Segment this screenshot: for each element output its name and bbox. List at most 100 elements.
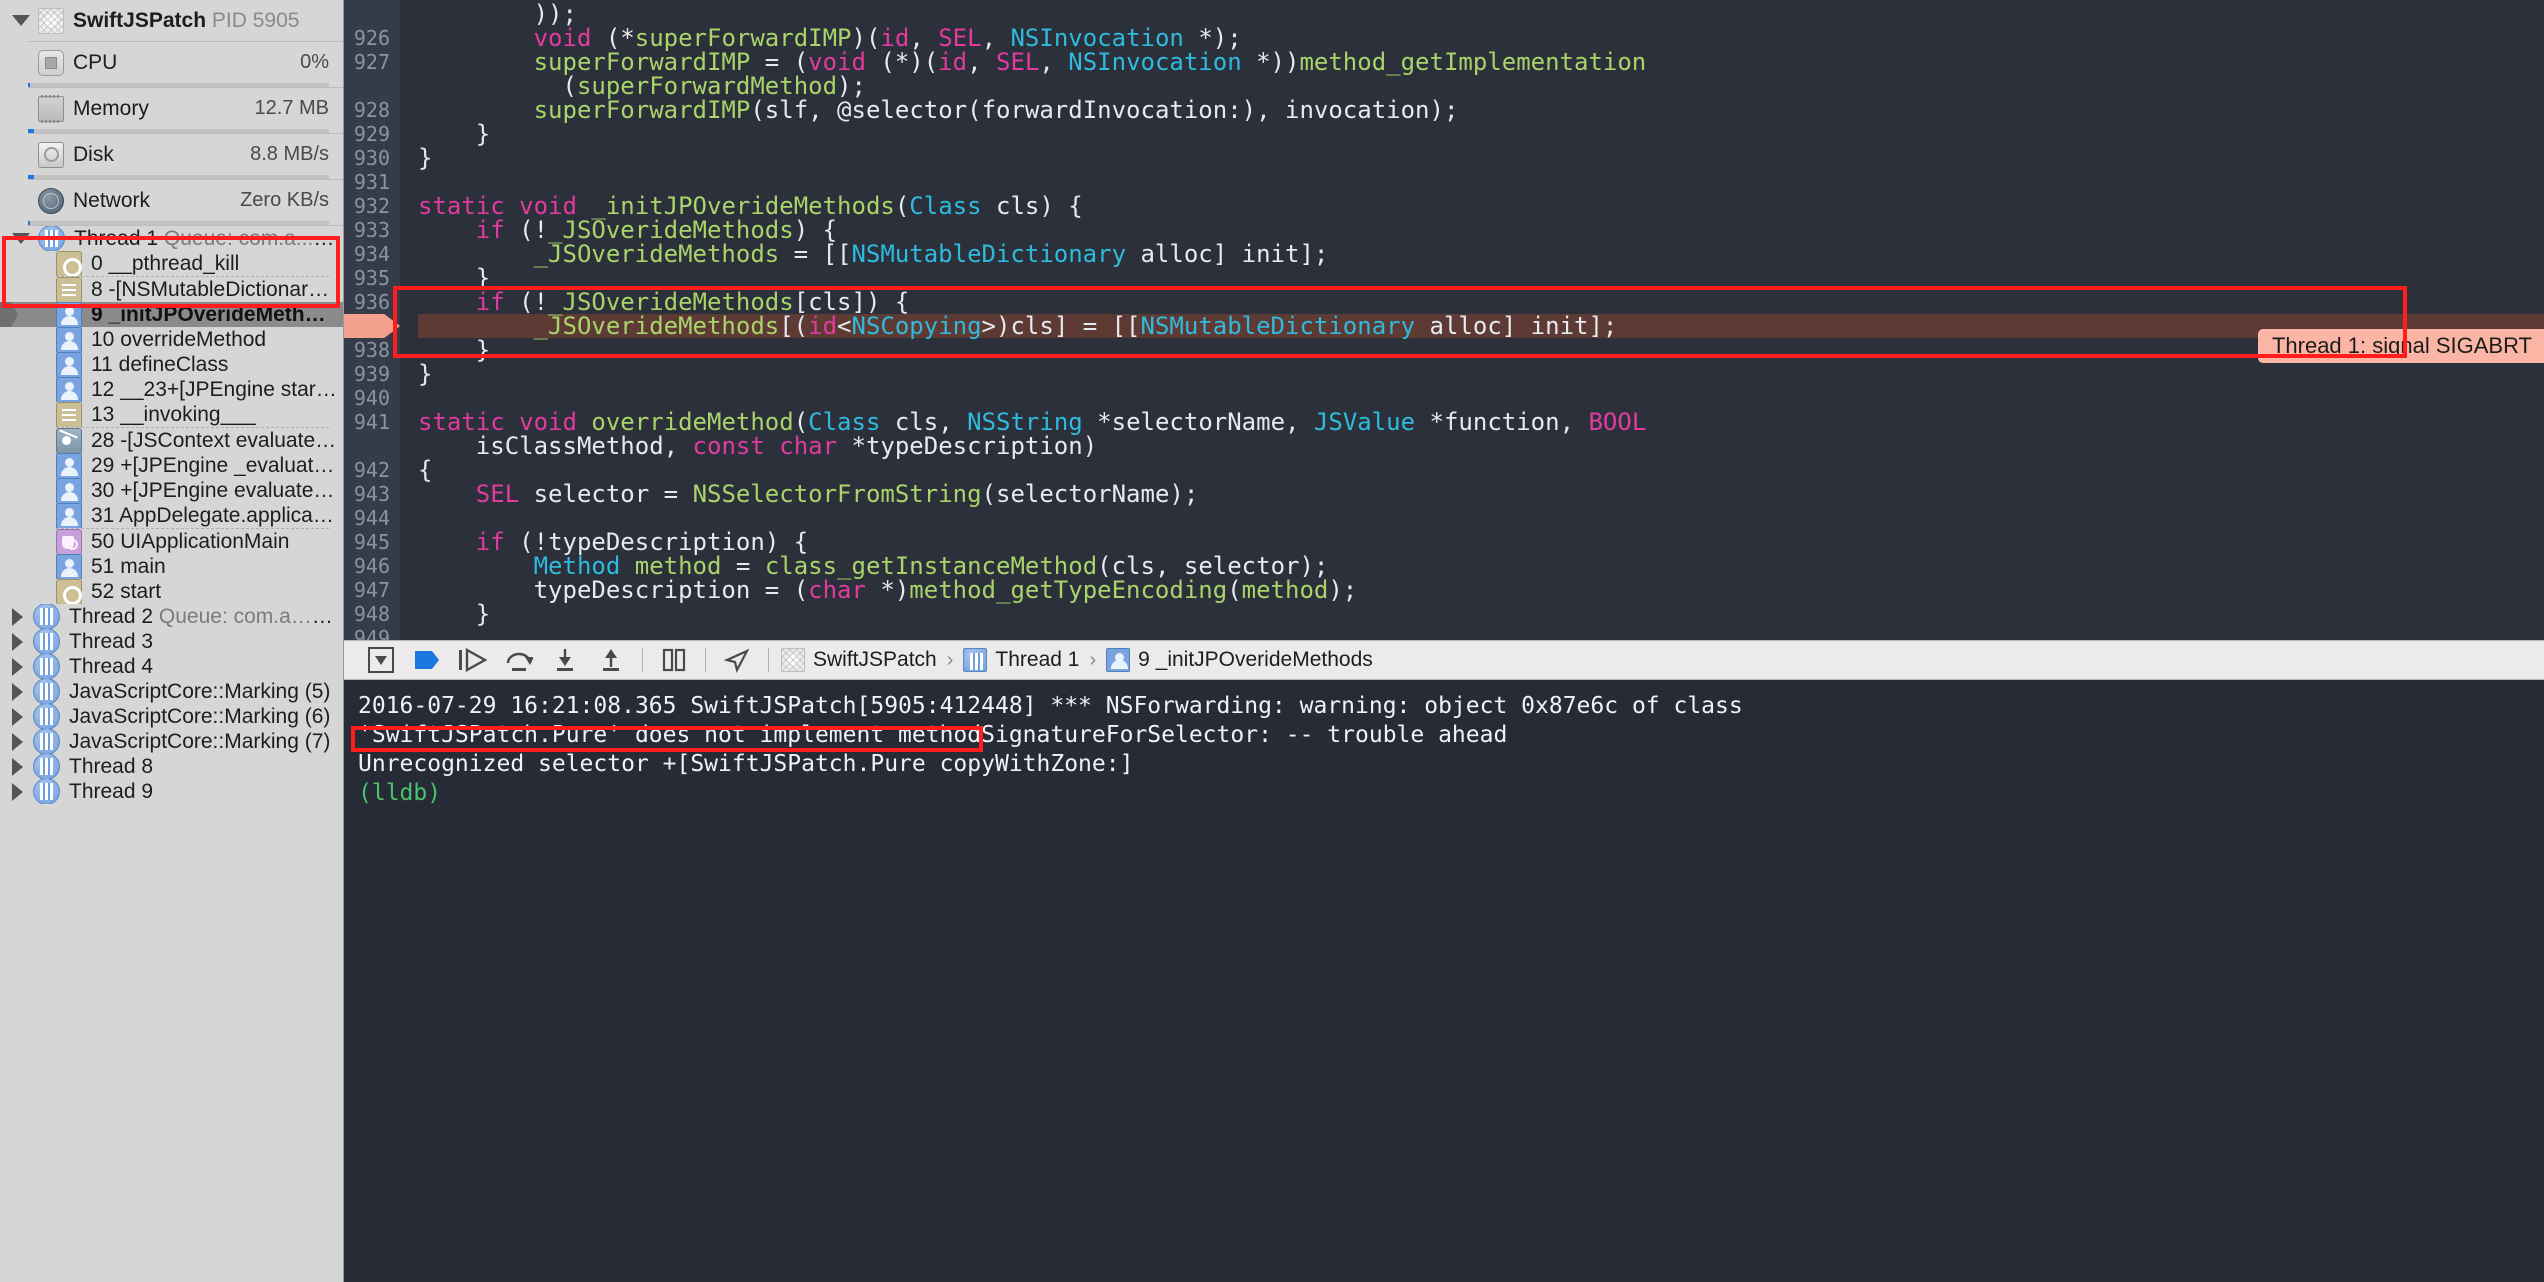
console-line: 'SwiftJSPatch.Pure' does not implement m… — [358, 721, 2530, 750]
stack-frame-label: 8 -[NSMutableDictionary setObject:f… — [91, 278, 337, 302]
code-line: superForwardIMP = (void (*)(id, SEL, NSI… — [418, 50, 2544, 74]
thread-icon — [963, 648, 987, 672]
stack-frame-30[interactable]: 30 +[JPEngine evaluateScript:] — [0, 478, 343, 503]
sidebar-thread-1[interactable]: Thread 1 Queue: com.a...n-thread (serial… — [0, 226, 343, 251]
sigabrt-tooltip: Thread 1: signal SIGABRT — [2258, 329, 2544, 363]
gauge-label: Network — [73, 189, 240, 213]
thread-icon — [33, 654, 60, 679]
chevron-right-icon[interactable] — [12, 633, 23, 651]
gauge-row-disk[interactable]: Disk8.8 MB/s — [0, 134, 343, 175]
gutter-line: 941 — [344, 410, 390, 434]
code-line: isClassMethod, const char *typeDescripti… — [418, 434, 2544, 458]
chevron-right-icon[interactable] — [12, 658, 23, 676]
thread-icon — [33, 604, 60, 629]
sidebar-thread-5[interactable]: JavaScriptCore::Marking (5) — [0, 679, 343, 704]
disk-icon — [38, 142, 64, 168]
breadcrumb-item-2[interactable]: Thread 1 — [959, 648, 1083, 672]
continue-button[interactable] — [450, 640, 496, 680]
debug-navigator-sidebar[interactable]: SwiftJSPatch PID 5905 CPU0% Memory12.7 MB D… — [0, 0, 344, 1282]
chevron-right-icon[interactable] — [12, 683, 23, 701]
gutter-line — [344, 74, 390, 98]
sidebar-thread-6[interactable]: JavaScriptCore::Marking (6) — [0, 704, 343, 729]
gutter-line: 936 — [344, 290, 390, 314]
network-icon — [38, 188, 64, 214]
stack-frame-31[interactable]: 31 AppDelegate.application(UIApplic… — [0, 503, 343, 528]
gutter-line — [344, 434, 390, 458]
step-out-button[interactable] — [588, 640, 634, 680]
gutter-line: 946 — [344, 554, 390, 578]
console-area[interactable]: 2016-07-29 16:21:08.365 SwiftJSPatch[590… — [344, 680, 2544, 1282]
chevron-right-icon[interactable] — [12, 708, 23, 726]
gutter-line: 927 — [344, 50, 390, 74]
chevron-down-icon[interactable] — [12, 233, 30, 244]
source-editor[interactable]: 9269279289299309319329339349359369379389… — [344, 0, 2544, 640]
app-pid: PID 5905 — [206, 9, 299, 32]
gauge-row-network[interactable]: NetworkZero KB/s — [0, 180, 343, 221]
code-line — [418, 170, 2544, 194]
stack-frame-12[interactable]: 12 __23+[JPEngine startEngine]_bloc… — [0, 377, 343, 402]
deactivate-breakpoints-button[interactable] — [404, 640, 450, 680]
code-line: if (!typeDescription) { — [418, 530, 2544, 554]
sidebar-thread-3[interactable]: Thread 3 — [0, 629, 343, 654]
breakpoint-arrow-icon — [344, 314, 400, 338]
thread-queue: Queue: com.a...n-thread (serial) — [158, 227, 337, 250]
user-icon — [56, 554, 82, 579]
app-process-row[interactable]: SwiftJSPatch PID 5905 — [0, 0, 343, 41]
stack-frame-0[interactable]: 0 __pthread_kill — [0, 251, 343, 276]
step-into-button[interactable] — [542, 640, 588, 680]
sidebar-thread-2[interactable]: Thread 2 Queue: com.a…manager (serial) — [0, 604, 343, 629]
hide-debug-area-button[interactable] — [358, 640, 404, 680]
chevron-right-icon[interactable] — [12, 783, 23, 801]
gauge-row-memory[interactable]: Memory12.7 MB — [0, 88, 343, 129]
stack-frame-28[interactable]: 28 -[JSContext evaluateScript:withS… — [0, 428, 343, 453]
sidebar-thread-8[interactable]: Thread 8 — [0, 754, 343, 779]
stack-frame-50[interactable]: 50 UIApplicationMain — [0, 529, 343, 554]
code-line: } — [418, 602, 2544, 626]
debug-view-hierarchy-button[interactable] — [651, 640, 697, 680]
gutter-line: 935 — [344, 266, 390, 290]
gutter-line: 930 — [344, 146, 390, 170]
user-icon — [56, 327, 82, 352]
gutter-line — [344, 2, 390, 26]
simulate-location-button[interactable] — [714, 640, 760, 680]
chevron-right-icon[interactable] — [12, 758, 23, 776]
cpu-icon — [38, 50, 64, 76]
code-line — [418, 506, 2544, 530]
app-icon — [781, 648, 805, 672]
thread-label: JavaScriptCore::Marking (5) — [69, 680, 330, 704]
thread-icon — [33, 754, 60, 779]
stack-frame-11[interactable]: 11 defineClass — [0, 352, 343, 377]
gutter-line: 926 — [344, 26, 390, 50]
breadcrumb-item-3[interactable]: 9 _initJPOverideMethods — [1102, 648, 1377, 672]
stack-frame-10[interactable]: 10 overrideMethod — [0, 327, 343, 352]
app-name: SwiftJSPatch PID 5905 — [73, 9, 329, 33]
console-output[interactable]: 2016-07-29 16:21:08.365 SwiftJSPatch[590… — [344, 680, 2544, 1282]
stack-frame-52[interactable]: 52 start — [0, 579, 343, 604]
step-over-button[interactable] — [496, 640, 542, 680]
chevron-down-icon — [12, 15, 30, 26]
gauge-row-cpu[interactable]: CPU0% — [0, 42, 343, 83]
user-icon — [56, 478, 82, 503]
sidebar-thread-9[interactable]: Thread 9 — [0, 779, 343, 804]
user-icon — [56, 503, 82, 528]
chevron-right-icon[interactable] — [12, 608, 23, 626]
stack-frame-29[interactable]: 29 +[JPEngine _evaluateScript:withS… — [0, 453, 343, 478]
stack-frame-label: 50 UIApplicationMain — [91, 530, 289, 554]
breadcrumb-item-1[interactable]: SwiftJSPatch — [777, 648, 941, 672]
thread-icon — [38, 226, 65, 251]
chevron-right-icon[interactable] — [12, 733, 23, 751]
stack-frame-51[interactable]: 51 main — [0, 554, 343, 579]
line-number-gutter[interactable]: 9269279289299309319329339349359369379389… — [344, 0, 400, 640]
gauge-meter — [28, 221, 329, 225]
thread-label: JavaScriptCore::Marking (6) — [69, 705, 330, 729]
sidebar-thread-4[interactable]: Thread 4 — [0, 654, 343, 679]
thread-icon — [33, 779, 60, 804]
code-content[interactable]: )); void (*superForwardIMP)(id, SEL, NSI… — [400, 0, 2544, 640]
stack-frame-8[interactable]: 8 -[NSMutableDictionary setObject:f… — [0, 277, 343, 302]
debug-toolbar[interactable]: SwiftJSPatch›Thread 1›9 _initJPOverideMe… — [344, 640, 2544, 680]
stack-frame-13[interactable]: 13 __invoking___ — [0, 402, 343, 427]
stack-frame-9[interactable]: 9 _initJPOverideMethods — [0, 302, 343, 327]
toolbar-separator — [705, 648, 706, 672]
sidebar-thread-7[interactable]: JavaScriptCore::Marking (7) — [0, 729, 343, 754]
gutter-line: 944 — [344, 506, 390, 530]
